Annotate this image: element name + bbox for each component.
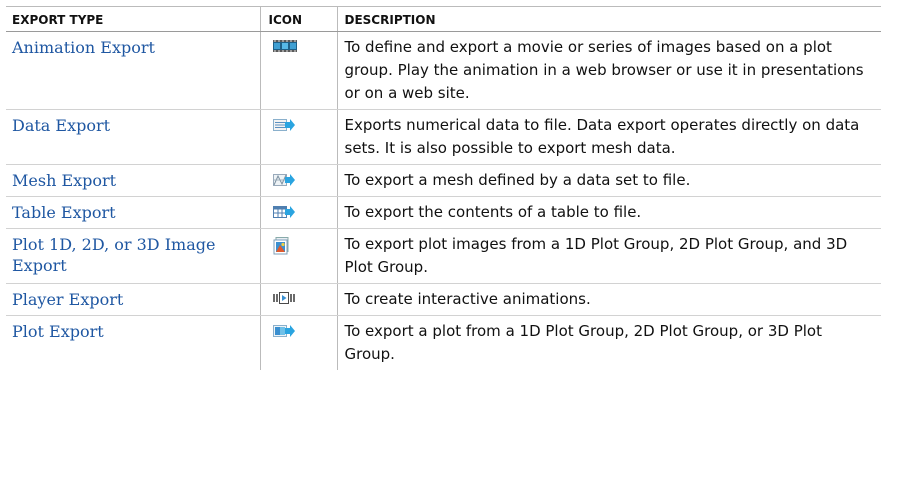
- data-export-icon: [261, 110, 337, 138]
- table-export-link[interactable]: Table Export: [6, 197, 260, 227]
- row-description: To export plot images from a 1D Plot Gro…: [344, 235, 848, 276]
- row-description: To define and export a movie or series o…: [344, 38, 864, 102]
- cell-icon: [259, 31, 337, 110]
- table-export-icon: [261, 197, 337, 225]
- plot-export-link[interactable]: Plot Export: [6, 316, 260, 346]
- cell-description: To create interactive animations.: [336, 283, 881, 316]
- header-icon: ICON: [259, 6, 337, 32]
- image-export-icon: [261, 229, 337, 257]
- data-export-link[interactable]: Data Export: [6, 110, 260, 140]
- row-description: To export the contents of a table to fil…: [344, 203, 642, 221]
- cell-icon: [259, 283, 337, 316]
- export-types-table: EXPORT TYPE ICON DESCRIPTION Animation E…: [6, 6, 881, 370]
- table-row: Table Export To export the contents of a…: [6, 196, 881, 229]
- cell-export-type: Plot Export: [6, 316, 260, 371]
- table-row: Data Export Exports numerical data to fi…: [6, 109, 881, 165]
- row-description: Exports numerical data to file. Data exp…: [344, 116, 860, 157]
- header-description: DESCRIPTION: [336, 6, 881, 32]
- mesh-export-icon: [261, 165, 337, 193]
- header-export-type: EXPORT TYPE: [6, 6, 260, 32]
- animation-film-icon: [261, 32, 337, 60]
- cell-description: To export a plot from a 1D Plot Group, 2…: [336, 315, 881, 370]
- cell-description: To export plot images from a 1D Plot Gro…: [336, 228, 881, 284]
- animation-export-link[interactable]: Animation Export: [6, 32, 260, 62]
- cell-export-type: Table Export: [6, 196, 260, 229]
- cell-description: To export the contents of a table to fil…: [336, 196, 881, 229]
- image-export-link[interactable]: Plot 1D, 2D, or 3D Image Export: [6, 229, 260, 280]
- player-export-link[interactable]: Player Export: [6, 284, 260, 314]
- cell-icon: [259, 315, 337, 370]
- cell-description: To define and export a movie or series o…: [336, 31, 881, 110]
- table-row: Plot Export To export a plot from a 1D P…: [6, 315, 881, 371]
- cell-description: Exports numerical data to file. Data exp…: [336, 109, 881, 165]
- cell-description: To export a mesh defined by a data set t…: [336, 164, 881, 197]
- mesh-export-link[interactable]: Mesh Export: [6, 165, 260, 195]
- cell-icon: [259, 228, 337, 284]
- player-export-icon: [261, 284, 337, 312]
- cell-icon: [259, 164, 337, 197]
- cell-icon: [259, 109, 337, 165]
- cell-export-type: Data Export: [6, 109, 260, 165]
- table-row: Animation Export To define and export a …: [6, 31, 881, 110]
- cell-icon: [259, 196, 337, 229]
- row-description: To create interactive animations.: [344, 290, 591, 308]
- cell-export-type: Player Export: [6, 283, 260, 316]
- table-row: Mesh Export To export a mesh defined by …: [6, 164, 881, 197]
- row-description: To export a mesh defined by a data set t…: [344, 171, 691, 189]
- plot-export-icon: [261, 316, 337, 344]
- table-row: Player Export To create interactive anim…: [6, 283, 881, 316]
- table-header-row: EXPORT TYPE ICON DESCRIPTION: [6, 6, 881, 32]
- cell-export-type: Plot 1D, 2D, or 3D Image Export: [6, 228, 260, 284]
- table-row: Plot 1D, 2D, or 3D Image Export To expor…: [6, 228, 881, 284]
- cell-export-type: Mesh Export: [6, 164, 260, 197]
- cell-export-type: Animation Export: [6, 31, 260, 110]
- row-description: To export a plot from a 1D Plot Group, 2…: [344, 322, 822, 363]
